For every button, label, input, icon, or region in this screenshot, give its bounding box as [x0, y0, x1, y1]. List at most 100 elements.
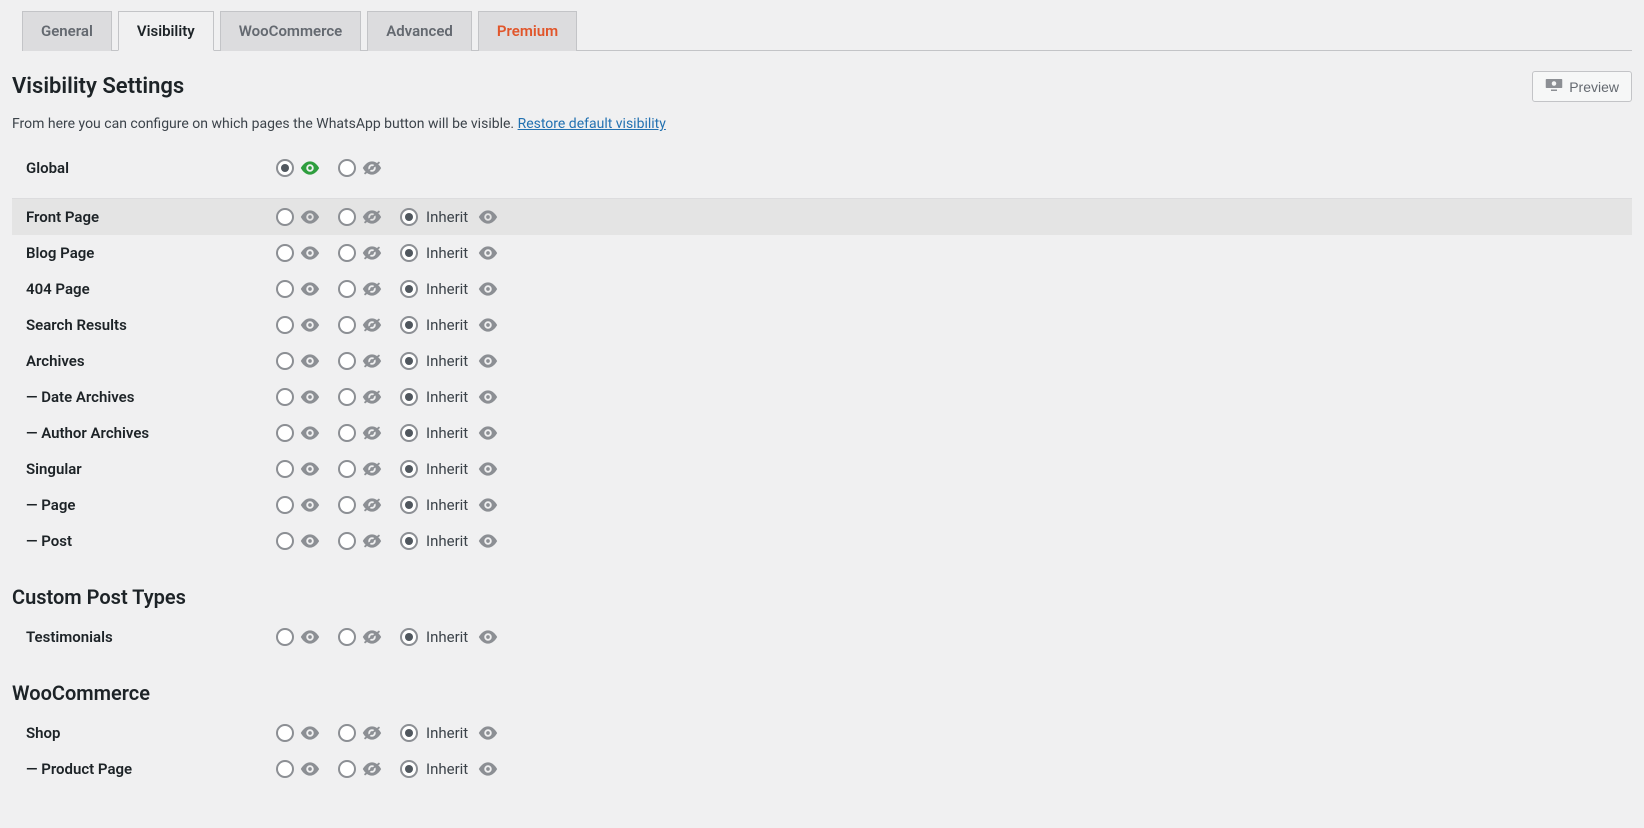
- radio-show[interactable]: [276, 760, 294, 778]
- inherit-label: Inherit: [426, 424, 468, 442]
- inherit-label: Inherit: [426, 460, 468, 478]
- eye-hide-icon: [362, 761, 382, 777]
- radio-show[interactable]: [276, 724, 294, 742]
- inherit-label: Inherit: [426, 352, 468, 370]
- radio-show[interactable]: [276, 424, 294, 442]
- eye-inherit-icon: [478, 209, 498, 225]
- eye-inherit-icon: [478, 497, 498, 513]
- radio-hide[interactable]: [338, 316, 356, 334]
- radio-show[interactable]: [276, 352, 294, 370]
- radio-show[interactable]: [276, 388, 294, 406]
- radio-inherit[interactable]: [400, 532, 418, 550]
- eye-hide-icon: [362, 497, 382, 513]
- radio-hide[interactable]: [338, 388, 356, 406]
- section-custom-post-types: Custom Post Types: [12, 585, 1632, 609]
- radio-inherit[interactable]: [400, 280, 418, 298]
- radio-show[interactable]: [276, 496, 294, 514]
- radio-hide[interactable]: [338, 208, 356, 226]
- row-label-product_page: — Product Page: [26, 760, 276, 778]
- radio-show[interactable]: [276, 532, 294, 550]
- radio-inherit[interactable]: [400, 316, 418, 334]
- eye-show-icon: [300, 281, 320, 297]
- eye-inherit-icon: [478, 317, 498, 333]
- row-testimonials: TestimonialsInherit: [12, 619, 1632, 655]
- radio-inherit[interactable]: [400, 244, 418, 262]
- radio-show[interactable]: [276, 280, 294, 298]
- eye-hide-icon: [362, 209, 382, 225]
- description: From here you can configure on which pag…: [12, 116, 1632, 132]
- radio-show[interactable]: [276, 244, 294, 262]
- radio-hide[interactable]: [338, 424, 356, 442]
- tab-woocommerce[interactable]: WooCommerce: [220, 11, 362, 51]
- radio-show[interactable]: [276, 159, 294, 177]
- row-archives: ArchivesInherit: [12, 343, 1632, 379]
- tab-advanced[interactable]: Advanced: [367, 11, 472, 51]
- preview-button[interactable]: Preview: [1532, 71, 1632, 102]
- radio-hide[interactable]: [338, 532, 356, 550]
- row-blog_page: Blog PageInherit: [12, 235, 1632, 271]
- eye-hide-icon: [362, 353, 382, 369]
- radio-hide[interactable]: [338, 280, 356, 298]
- radio-hide[interactable]: [338, 496, 356, 514]
- row-label-search_results: Search Results: [26, 316, 276, 334]
- radio-inherit[interactable]: [400, 760, 418, 778]
- row-label-shop: Shop: [26, 724, 276, 742]
- eye-hide-icon: [362, 425, 382, 441]
- radio-inherit[interactable]: [400, 724, 418, 742]
- row-label-blog_page: Blog Page: [26, 244, 276, 262]
- inherit-label: Inherit: [426, 628, 468, 646]
- row-label-404_page: 404 Page: [26, 280, 276, 298]
- inherit-label: Inherit: [426, 208, 468, 226]
- eye-inherit-icon: [478, 629, 498, 645]
- eye-show-icon: [300, 389, 320, 405]
- page-title: Visibility Settings: [12, 74, 184, 99]
- radio-inherit[interactable]: [400, 628, 418, 646]
- radio-hide[interactable]: [338, 724, 356, 742]
- row-product_page: — Product PageInherit: [12, 751, 1632, 787]
- eye-show-icon: [300, 461, 320, 477]
- tab-premium[interactable]: Premium: [478, 11, 577, 51]
- radio-inherit[interactable]: [400, 352, 418, 370]
- description-text: From here you can configure on which pag…: [12, 116, 518, 132]
- eye-show-icon: [300, 209, 320, 225]
- radio-show[interactable]: [276, 208, 294, 226]
- row-post: — PostInherit: [12, 523, 1632, 559]
- eye-show-icon: [300, 761, 320, 777]
- row-page: — PageInherit: [12, 487, 1632, 523]
- tabs: General Visibility WooCommerce Advanced …: [22, 10, 1632, 51]
- radio-inherit[interactable]: [400, 388, 418, 406]
- radio-hide[interactable]: [338, 460, 356, 478]
- radio-hide[interactable]: [338, 628, 356, 646]
- eye-show-icon: [300, 497, 320, 513]
- eye-inherit-icon: [478, 761, 498, 777]
- inherit-label: Inherit: [426, 388, 468, 406]
- row-label-singular: Singular: [26, 460, 276, 478]
- radio-show[interactable]: [276, 316, 294, 334]
- tab-general[interactable]: General: [22, 11, 112, 51]
- eye-hide-icon: [362, 629, 382, 645]
- eye-inherit-icon: [478, 425, 498, 441]
- radio-show[interactable]: [276, 460, 294, 478]
- radio-hide[interactable]: [338, 760, 356, 778]
- row-label-global: Global: [26, 159, 276, 177]
- row-label-page: — Page: [26, 496, 276, 514]
- restore-default-link[interactable]: Restore default visibility: [518, 116, 666, 132]
- eye-inherit-icon: [478, 281, 498, 297]
- inherit-label: Inherit: [426, 724, 468, 742]
- eye-inherit-icon: [478, 245, 498, 261]
- radio-hide[interactable]: [338, 352, 356, 370]
- radio-inherit[interactable]: [400, 496, 418, 514]
- eye-inherit-icon: [478, 725, 498, 741]
- row-label-post: — Post: [26, 532, 276, 550]
- radio-inherit[interactable]: [400, 424, 418, 442]
- eye-inherit-icon: [478, 533, 498, 549]
- radio-show[interactable]: [276, 628, 294, 646]
- eye-hide-icon: [362, 317, 382, 333]
- row-404_page: 404 PageInherit: [12, 271, 1632, 307]
- radio-inherit[interactable]: [400, 208, 418, 226]
- radio-hide[interactable]: [338, 159, 356, 177]
- radio-hide[interactable]: [338, 244, 356, 262]
- row-date_archives: — Date ArchivesInherit: [12, 379, 1632, 415]
- tab-visibility[interactable]: Visibility: [118, 11, 214, 51]
- radio-inherit[interactable]: [400, 460, 418, 478]
